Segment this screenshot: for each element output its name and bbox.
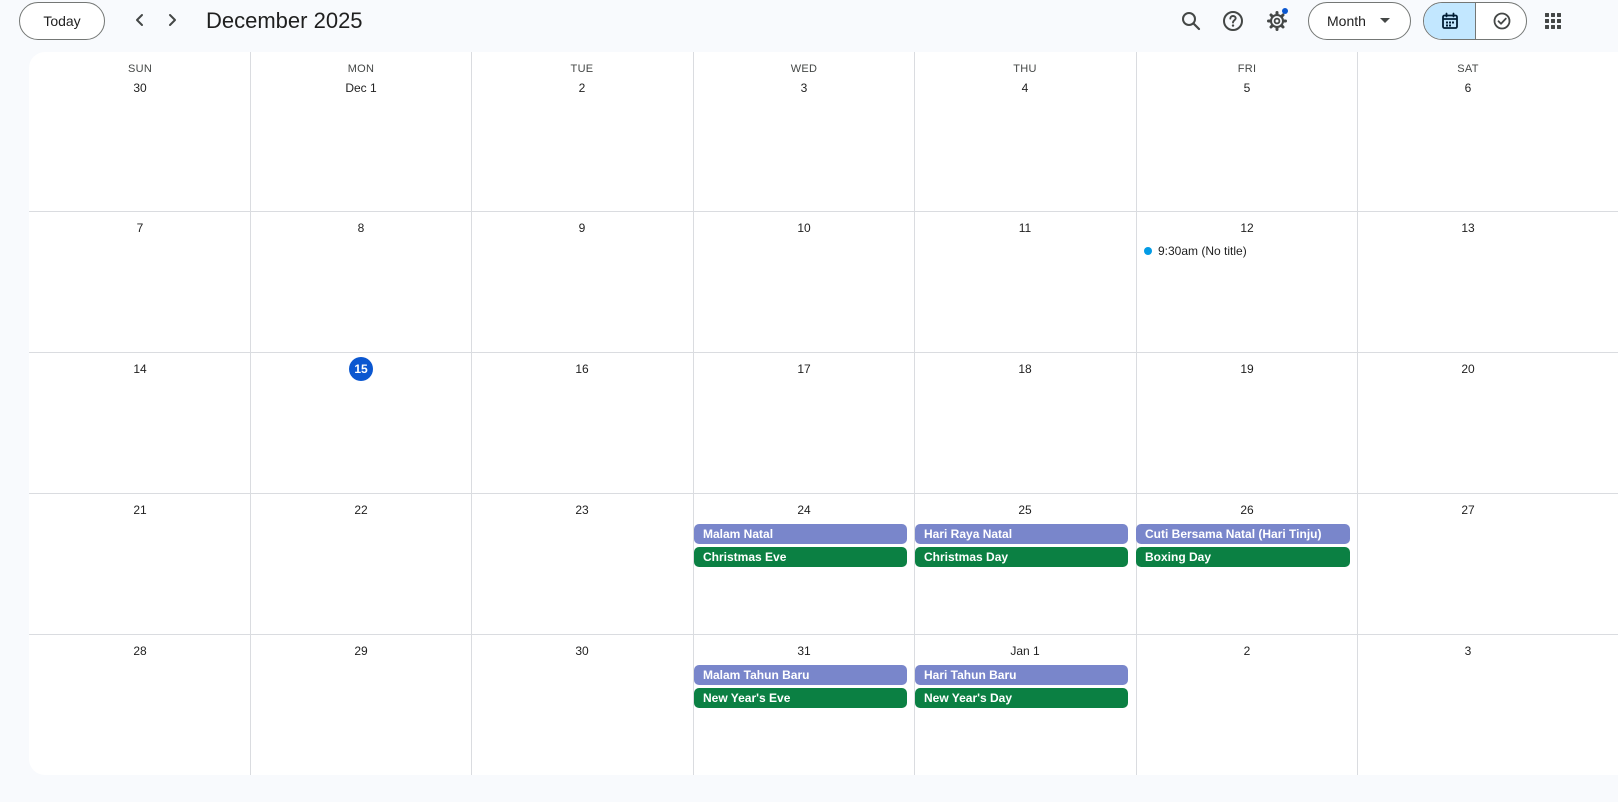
day-number[interactable]: 29	[331, 643, 391, 659]
apps-grid-icon	[1545, 13, 1561, 29]
event-chip-holiday[interactable]: Hari Tahun Baru	[915, 665, 1128, 685]
day-number[interactable]: 23	[552, 502, 612, 518]
day-number[interactable]: 26	[1217, 502, 1277, 518]
day-number[interactable]: 2	[552, 80, 612, 96]
weekday-header-wed: WED	[790, 63, 818, 75]
weekday-header-fri: FRI	[1237, 63, 1257, 75]
weekday-header-sat: SAT	[1457, 63, 1479, 75]
top-bar: Today December 2025 Month	[0, 0, 1618, 50]
day-number[interactable]: Jan 1	[995, 643, 1055, 659]
chevron-left-icon	[136, 14, 143, 26]
day-number[interactable]: 6	[1438, 80, 1498, 96]
event-color-dot	[1144, 247, 1152, 255]
day-number[interactable]: 2	[1217, 643, 1277, 659]
month-grid: SUN MON TUE WED THU FRI SAT 30 Dec 1 2 3…	[29, 52, 1618, 775]
event-chip-holiday[interactable]: Malam Natal	[694, 524, 907, 544]
weekday-header-mon: MON	[347, 63, 375, 75]
day-number[interactable]: 11	[995, 220, 1055, 236]
day-number[interactable]: 21	[110, 502, 170, 518]
day-number[interactable]: 3	[774, 80, 834, 96]
previous-month-button[interactable]	[124, 4, 156, 36]
day-number[interactable]: 19	[1217, 361, 1277, 377]
event-chip-holiday[interactable]: New Year's Eve	[694, 688, 907, 708]
day-number[interactable]: 27	[1438, 502, 1498, 518]
column-divider	[471, 52, 472, 775]
event-time: 9:30am	[1158, 244, 1199, 258]
page-title: December 2025	[206, 8, 363, 33]
settings-button[interactable]	[1260, 4, 1294, 38]
chevron-right-icon	[169, 14, 176, 26]
google-apps-button[interactable]	[1540, 8, 1566, 34]
view-toggle	[1423, 2, 1527, 40]
day-number[interactable]: 12	[1217, 220, 1277, 236]
day-number[interactable]: 7	[110, 220, 170, 236]
timed-event[interactable]: 9:30am (No title)	[1144, 242, 1247, 260]
day-number[interactable]: 20	[1438, 361, 1498, 377]
caret-down-icon	[1380, 18, 1390, 23]
day-number[interactable]: 30	[552, 643, 612, 659]
day-number[interactable]: 28	[110, 643, 170, 659]
today-day-number[interactable]: 15	[349, 357, 373, 381]
notification-dot	[1282, 8, 1288, 14]
week-divider	[29, 634, 1618, 635]
search-icon	[1182, 12, 1201, 31]
week-divider	[29, 211, 1618, 212]
column-divider	[250, 52, 251, 775]
calendar-icon	[1441, 12, 1458, 29]
tasks-icon	[1493, 12, 1510, 30]
event-title: (No title)	[1201, 244, 1247, 258]
event-chip-holiday[interactable]: New Year's Day	[915, 688, 1128, 708]
day-number[interactable]: 17	[774, 361, 834, 377]
day-number[interactable]: 31	[774, 643, 834, 659]
week-divider	[29, 352, 1618, 353]
view-selector-label: Month	[1327, 13, 1366, 29]
day-number[interactable]: Dec 1	[331, 80, 391, 96]
today-button[interactable]: Today	[19, 2, 105, 40]
weekday-header-thu: THU	[1013, 63, 1037, 75]
day-number[interactable]: 24	[774, 502, 834, 518]
event-chip-holiday[interactable]: Hari Raya Natal	[915, 524, 1128, 544]
search-button[interactable]	[1174, 4, 1208, 38]
day-number[interactable]: 30	[110, 80, 170, 96]
day-number[interactable]: 5	[1217, 80, 1277, 96]
event-chip-holiday[interactable]: Cuti Bersama Natal (Hari Tinju)	[1136, 524, 1350, 544]
week-divider	[29, 493, 1618, 494]
day-number[interactable]: 4	[995, 80, 1055, 96]
day-number[interactable]: 9	[552, 220, 612, 236]
day-number[interactable]: 18	[995, 361, 1055, 377]
day-number[interactable]: 10	[774, 220, 834, 236]
view-selector[interactable]: Month	[1308, 2, 1411, 40]
help-icon	[1223, 11, 1243, 31]
help-button[interactable]	[1216, 4, 1250, 38]
day-number[interactable]: 25	[995, 502, 1055, 518]
event-chip-holiday[interactable]: Christmas Day	[915, 547, 1128, 567]
day-number[interactable]: 22	[331, 502, 391, 518]
day-number[interactable]: 8	[331, 220, 391, 236]
day-number[interactable]: 3	[1438, 643, 1498, 659]
column-divider	[1136, 52, 1137, 775]
day-number[interactable]: 16	[552, 361, 612, 377]
calendar-view-button[interactable]	[1424, 3, 1476, 39]
next-month-button[interactable]	[156, 4, 188, 36]
day-number[interactable]: 14	[110, 361, 170, 377]
event-chip-holiday[interactable]: Malam Tahun Baru	[694, 665, 907, 685]
weekday-header-tue: TUE	[570, 63, 594, 75]
column-divider	[1357, 52, 1358, 775]
event-chip-holiday[interactable]: Christmas Eve	[694, 547, 907, 567]
day-number[interactable]: 13	[1438, 220, 1498, 236]
tasks-view-button[interactable]	[1476, 3, 1526, 39]
weekday-header-sun: SUN	[127, 63, 153, 75]
event-chip-holiday[interactable]: Boxing Day	[1136, 547, 1350, 567]
